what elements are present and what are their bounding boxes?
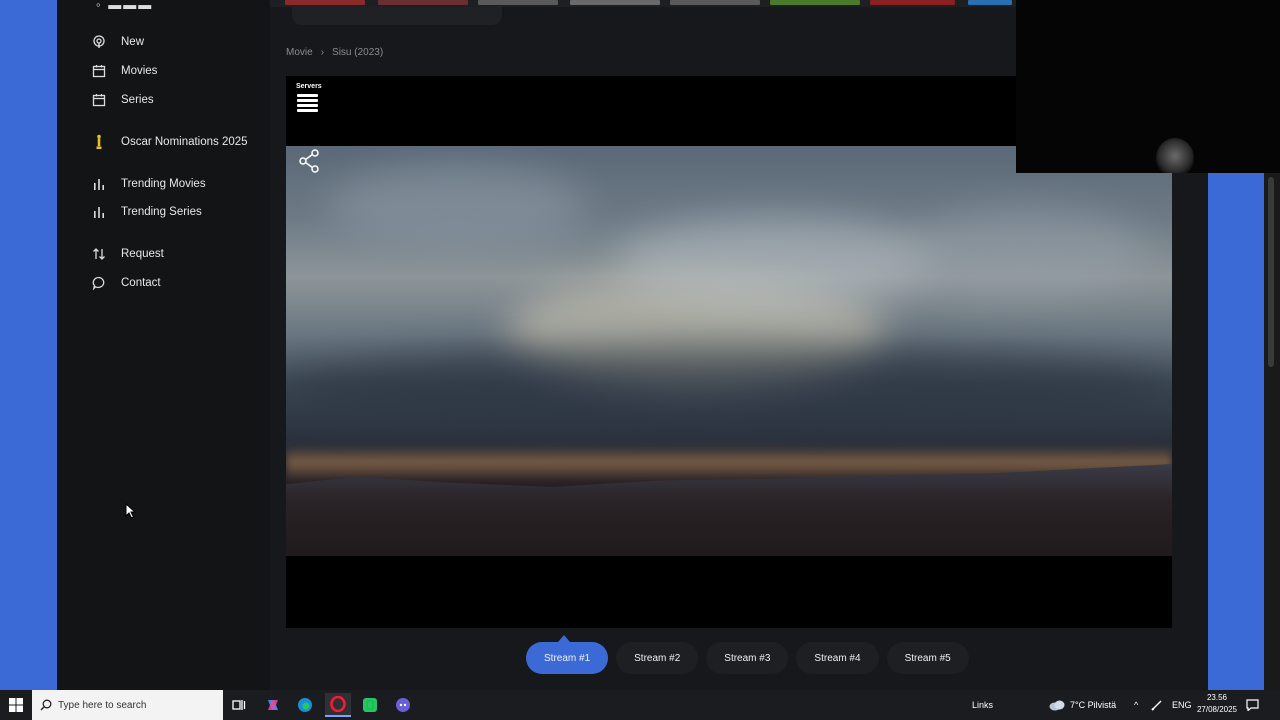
task-view-icon <box>232 700 246 710</box>
bookmark[interactable] <box>670 0 760 5</box>
cloud-icon <box>1049 700 1065 711</box>
share-button[interactable] <box>298 148 322 174</box>
clock-time: 23.56 <box>1206 693 1228 702</box>
player-top-bar <box>286 76 1016 146</box>
sidebar-item-label: Movies <box>121 65 158 77</box>
sidebar <box>57 0 270 690</box>
bookmark[interactable] <box>285 0 365 5</box>
chat-bubble-icon <box>90 274 108 292</box>
bar-chart-icon <box>90 203 108 221</box>
sidebar-item-trending-movies[interactable]: Trending Movies <box>90 173 206 195</box>
task-view-button[interactable] <box>226 693 252 717</box>
sidebar-item-label: Oscar Nominations 2025 <box>121 136 248 148</box>
notification-icon <box>1246 699 1259 711</box>
taskbar-links-toolbar[interactable]: Links <box>972 690 993 720</box>
taskbar-app-copilot[interactable] <box>260 693 286 717</box>
cloud-highlight <box>616 216 936 306</box>
share-icon <box>299 149 319 173</box>
mouse-cursor-icon <box>125 502 137 519</box>
start-button[interactable] <box>0 690 32 720</box>
oscar-statue-icon <box>90 133 108 151</box>
sidebar-item-label: Contact <box>121 277 161 289</box>
taskbar-app-discord[interactable] <box>390 693 416 717</box>
bookmark[interactable] <box>770 0 860 5</box>
pen-icon <box>1151 700 1162 711</box>
sidebar-item-series[interactable]: Series <box>90 89 154 111</box>
screen: ◦ ▬▬▬ New Movies Series Oscar Nomination… <box>0 0 1280 720</box>
servers-label: Servers <box>296 83 322 90</box>
webcam-person <box>1156 138 1194 173</box>
sidebar-item-movies[interactable]: Movies <box>90 60 157 82</box>
scrollbar-thumb[interactable] <box>1268 177 1274 367</box>
search-icon <box>40 699 52 711</box>
video-frame[interactable] <box>286 146 1172 556</box>
copilot-icon <box>268 700 278 710</box>
windows-taskbar: Links 7°C Pilvistä ^ ENG 23.56 27/08/202… <box>0 690 1280 720</box>
opera-browser-icon <box>330 696 346 712</box>
breadcrumb: Movie › Sisu (2023) <box>286 47 383 58</box>
sidebar-item-request[interactable]: Request <box>90 243 164 265</box>
stream-selector: Stream #1 Stream #2 Stream #3 Stream #4 … <box>526 635 969 674</box>
bookmark[interactable] <box>378 0 468 5</box>
taskbar-clock[interactable]: 23.56 27/08/2025 <box>1196 692 1238 718</box>
sidebar-item-label: New <box>121 36 145 48</box>
cloud-highlight <box>326 166 586 246</box>
bookmark[interactable] <box>870 0 955 5</box>
webcam-overlay <box>1016 0 1280 173</box>
bar-chart-icon <box>90 175 108 193</box>
sidebar-item-oscar-nominations[interactable]: Oscar Nominations 2025 <box>90 131 248 153</box>
taskbar-weather[interactable]: 7°C Pilvistä <box>1048 690 1116 720</box>
green-app-icon <box>363 698 377 712</box>
bookmark[interactable] <box>968 0 1012 5</box>
taskbar-search-input[interactable] <box>58 699 208 711</box>
sidebar-item-new[interactable]: New <box>90 31 144 53</box>
bookmark[interactable] <box>570 0 660 5</box>
stream-3-button[interactable]: Stream #3 <box>706 642 789 674</box>
desktop-background-left <box>0 0 57 690</box>
pen-tray-button[interactable] <box>1151 690 1163 720</box>
weather-text: 7°C Pilvistä <box>1070 700 1117 710</box>
taskbar-app-green[interactable] <box>357 693 383 717</box>
podcast-icon <box>90 33 108 51</box>
swap-arrows-icon <box>90 245 108 263</box>
chevron-right-icon: › <box>320 47 325 58</box>
edge-browser-icon <box>298 698 312 712</box>
sidebar-item-contact[interactable]: Contact <box>90 272 161 294</box>
taskbar-search-box[interactable] <box>32 690 223 720</box>
stream-5-button[interactable]: Stream #5 <box>886 642 969 674</box>
sidebar-item-label: Request <box>121 248 164 260</box>
sidebar-item-label: Trending Series <box>121 206 202 218</box>
language-indicator[interactable]: ENG <box>1172 690 1192 720</box>
bookmark[interactable] <box>478 0 558 5</box>
player-bottom-bar <box>286 556 1172 628</box>
taskbar-app-opera[interactable] <box>325 693 351 717</box>
page-scrollbar[interactable] <box>1264 173 1280 690</box>
stream-1-button[interactable]: Stream #1 <box>526 635 609 674</box>
breadcrumb-movie-link[interactable]: Movie <box>286 47 313 58</box>
servers-menu-icon[interactable] <box>297 94 318 112</box>
discord-icon <box>396 698 410 712</box>
cloud-highlight <box>906 206 1146 296</box>
sidebar-item-label: Trending Movies <box>121 178 206 190</box>
breadcrumb-current: Sisu (2023) <box>332 47 384 58</box>
site-search-bar[interactable] <box>292 7 502 25</box>
show-hidden-icons-button[interactable]: ^ <box>1134 690 1138 720</box>
cloud-shadow <box>286 346 1172 436</box>
desktop-background-right <box>1208 173 1264 690</box>
chevron-up-icon: ^ <box>1134 700 1139 710</box>
windows-logo-icon <box>9 698 23 712</box>
notifications-button[interactable] <box>1246 690 1259 720</box>
stream-4-button[interactable]: Stream #4 <box>796 642 879 674</box>
stream-2-button[interactable]: Stream #2 <box>616 642 699 674</box>
clock-date: 27/08/2025 <box>1196 705 1238 714</box>
sidebar-item-label: Series <box>121 94 154 106</box>
calendar-icon <box>90 91 108 109</box>
sidebar-item-trending-series[interactable]: Trending Series <box>90 201 202 223</box>
taskbar-app-edge[interactable] <box>292 693 318 717</box>
calendar-icon <box>90 62 108 80</box>
site-logo[interactable]: ◦ ▬▬▬ <box>96 2 156 12</box>
